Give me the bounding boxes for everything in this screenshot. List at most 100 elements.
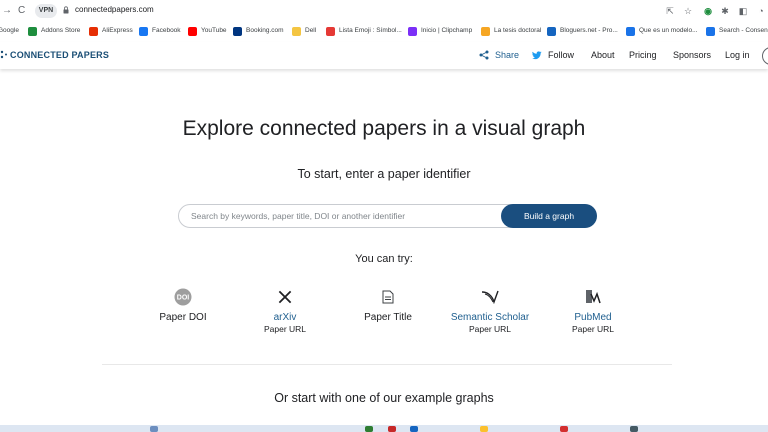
logo-text: CONNECTED PAPERS bbox=[10, 50, 110, 60]
doi-icon: DOI bbox=[174, 288, 192, 306]
address-bar-row: → C VPN connectedpapers.com ⇱ ☆ ◉ ✱ ◧ ◔ bbox=[0, 0, 768, 22]
follow-link[interactable]: Follow bbox=[532, 49, 574, 61]
option-name: Paper DOI bbox=[159, 312, 207, 323]
bookmark-favicon-icon bbox=[706, 26, 715, 36]
taskbar-app-icon[interactable] bbox=[365, 426, 373, 432]
bookmark-item[interactable]: Facebook bbox=[139, 25, 181, 37]
bookmark-label: Bloguers.net - Pro... bbox=[560, 27, 618, 34]
document-icon bbox=[382, 290, 394, 304]
bookmark-favicon-icon bbox=[547, 26, 556, 36]
about-link[interactable]: About bbox=[591, 49, 615, 61]
bookmark-label: Booking.com bbox=[246, 27, 284, 34]
os-taskbar bbox=[0, 425, 768, 432]
bookmark-favicon-icon bbox=[292, 26, 301, 36]
login-link[interactable]: Log in bbox=[725, 49, 750, 61]
bookmark-item[interactable]: Bloguers.net - Pro... bbox=[547, 25, 618, 37]
taskbar-app-icon[interactable] bbox=[410, 426, 418, 432]
option-paper-doi[interactable]: DOI Paper DOI bbox=[128, 288, 238, 324]
reload-icon[interactable]: C bbox=[18, 5, 25, 16]
bookmark-label: Inicio | Clipchamp bbox=[421, 27, 473, 34]
share-page-icon[interactable]: ⇱ bbox=[664, 5, 676, 17]
bookmark-favicon-icon bbox=[139, 26, 148, 36]
bookmark-favicon-icon bbox=[89, 26, 98, 36]
semantic-scholar-icon bbox=[481, 290, 499, 304]
taskbar-app-icon[interactable] bbox=[630, 426, 638, 432]
bookmarks-bar: Google Addons Store AliExpress Facebook YouT… bbox=[0, 22, 768, 40]
taskbar-app-icon[interactable] bbox=[560, 426, 568, 432]
side-panel-icon[interactable]: ◧ bbox=[737, 5, 749, 17]
twitter-icon bbox=[532, 50, 542, 59]
bookmark-label: Lista Emoji : Símbol... bbox=[339, 27, 402, 34]
option-arxiv[interactable]: arXiv Paper URL bbox=[230, 288, 340, 335]
bookmark-label: AliExpress bbox=[102, 27, 133, 34]
bookmark-label: La tesis doctoral bbox=[494, 27, 542, 34]
bookmark-favicon-icon bbox=[326, 26, 335, 36]
pubmed-icon bbox=[586, 290, 601, 304]
site-header: CONNECTED PAPERS Share Follow About Pric… bbox=[0, 42, 768, 69]
bookmark-label: Search - Consens bbox=[719, 27, 768, 34]
extension-shield-icon[interactable]: ◉ bbox=[702, 5, 714, 17]
bookmark-item[interactable]: Google bbox=[0, 25, 19, 37]
svg-text:DOI: DOI bbox=[177, 295, 190, 302]
bookmark-label: Dell bbox=[305, 27, 317, 34]
section-divider bbox=[102, 364, 672, 365]
option-sub: Paper URL bbox=[468, 324, 512, 334]
option-semantic-scholar[interactable]: Semantic Scholar Paper URL bbox=[435, 288, 545, 335]
pricing-link[interactable]: Pricing bbox=[629, 49, 657, 61]
option-name: PubMed bbox=[574, 312, 612, 323]
bookmark-label: YouTube bbox=[201, 27, 227, 34]
bookmark-item[interactable]: Inicio | Clipchamp bbox=[408, 25, 472, 37]
option-sub: Paper URL bbox=[263, 324, 307, 334]
bookmark-item[interactable]: Que es un modelo... bbox=[626, 25, 698, 37]
taskbar-app-icon[interactable] bbox=[150, 426, 158, 432]
page-subtitle: To start, enter a paper identifier bbox=[297, 167, 471, 181]
bookmark-favicon-icon bbox=[626, 26, 635, 36]
page-title: Explore connected papers in a visual gra… bbox=[182, 117, 586, 140]
bookmark-label: Google bbox=[0, 27, 19, 34]
browser-chrome: → C VPN connectedpapers.com ⇱ ☆ ◉ ✱ ◧ ◔ … bbox=[0, 0, 768, 42]
bookmark-favicon-icon bbox=[188, 26, 197, 36]
extensions-puzzle-icon[interactable]: ✱ bbox=[719, 5, 731, 17]
bookmark-item[interactable]: Dell bbox=[292, 25, 316, 37]
option-name: arXiv bbox=[273, 312, 297, 323]
bookmark-item[interactable]: Addons Store bbox=[28, 25, 80, 37]
site-logo[interactable]: CONNECTED PAPERS bbox=[0, 50, 109, 60]
bookmark-item[interactable]: Search - Consens bbox=[706, 25, 768, 37]
forward-arrow-icon[interactable]: → bbox=[2, 5, 12, 16]
try-label: You can try: bbox=[355, 253, 413, 265]
search-bar: Build a graph bbox=[178, 204, 597, 228]
bookmark-item[interactable]: La tesis doctoral bbox=[481, 25, 541, 37]
bookmark-label: Que es un modelo... bbox=[639, 27, 698, 34]
bookmark-favicon-icon bbox=[28, 26, 37, 36]
graph-logo-icon bbox=[0, 50, 7, 59]
option-name: Semantic Scholar bbox=[450, 312, 530, 323]
build-graph-button[interactable]: Build a graph bbox=[501, 204, 597, 228]
option-pubmed[interactable]: PubMed Paper URL bbox=[538, 288, 648, 335]
bookmark-item[interactable]: Booking.com bbox=[233, 25, 284, 37]
option-name: Paper Title bbox=[364, 312, 412, 323]
bookmark-item[interactable]: YouTube bbox=[188, 25, 227, 37]
account-icon[interactable] bbox=[762, 47, 768, 65]
bookmark-favicon-icon bbox=[233, 26, 242, 36]
profile-icon[interactable]: ◔ bbox=[755, 5, 767, 17]
url-text[interactable]: connectedpapers.com bbox=[75, 5, 154, 14]
taskbar-app-icon[interactable] bbox=[480, 426, 488, 432]
taskbar-app-icon[interactable] bbox=[388, 426, 396, 432]
share-icon bbox=[479, 50, 489, 60]
bookmark-label: Addons Store bbox=[41, 27, 81, 34]
examples-heading: Or start with one of our example graphs bbox=[274, 391, 494, 405]
sponsors-link[interactable]: Sponsors bbox=[673, 49, 711, 61]
bookmark-favicon-icon bbox=[481, 26, 490, 36]
share-link[interactable]: Share bbox=[479, 49, 519, 61]
share-label: Share bbox=[495, 50, 520, 60]
bookmark-favicon-icon bbox=[408, 26, 417, 36]
vpn-badge[interactable]: VPN bbox=[35, 4, 57, 18]
lock-icon[interactable] bbox=[63, 6, 69, 14]
search-input[interactable] bbox=[179, 205, 501, 227]
bookmark-item[interactable]: AliExpress bbox=[89, 25, 133, 37]
bookmark-item[interactable]: Lista Emoji : Símbol... bbox=[326, 25, 402, 37]
bookmark-label: Facebook bbox=[152, 27, 181, 34]
option-sub: Paper URL bbox=[571, 324, 615, 334]
bookmark-star-icon[interactable]: ☆ bbox=[682, 5, 694, 17]
option-paper-title[interactable]: Paper Title bbox=[333, 288, 443, 324]
